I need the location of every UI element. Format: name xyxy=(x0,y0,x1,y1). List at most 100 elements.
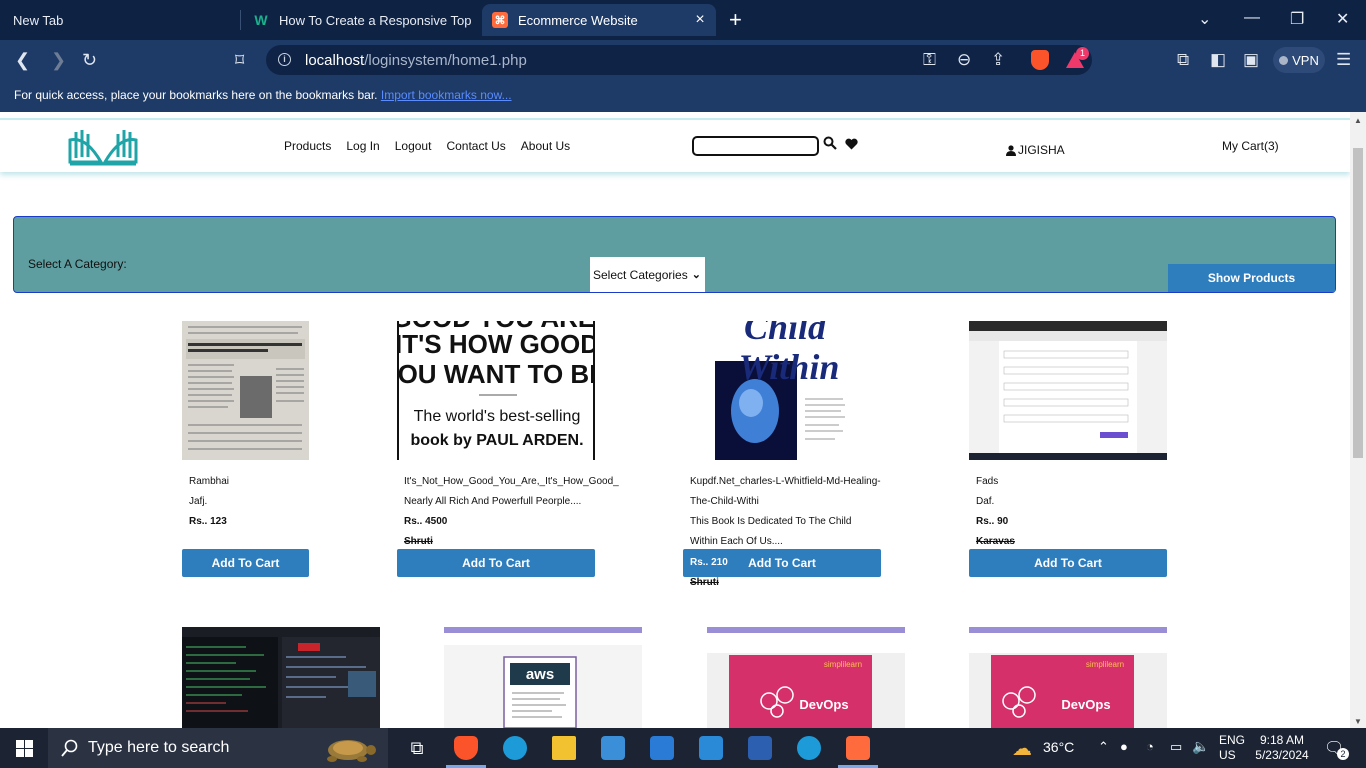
show-hidden-icons[interactable]: ⌃ xyxy=(1098,739,1109,755)
clock-date: 5/23/2024 xyxy=(1255,748,1309,762)
volume-icon[interactable]: 🔈 xyxy=(1192,738,1209,755)
product-image[interactable]: simplilearn DevOps xyxy=(707,627,905,728)
page-scrollbar[interactable]: ▲ ▼ xyxy=(1350,112,1366,728)
book-cover-image: GOOD YOU ARE, IT'S HOW GOOD YOU WANT TO … xyxy=(399,321,593,449)
main-nav: Products Log In Logout Contact Us About … xyxy=(284,139,585,153)
w3schools-icon: W xyxy=(254,12,268,28)
scroll-up-icon[interactable]: ▲ xyxy=(1354,116,1362,125)
vscode-icon[interactable] xyxy=(699,736,723,760)
menu-icon[interactable]: ☰ xyxy=(1336,50,1351,70)
brave-shields-icon[interactable] xyxy=(1031,50,1049,70)
product-image[interactable] xyxy=(182,627,380,728)
vpn-status-icon xyxy=(1279,55,1289,65)
weather-icon[interactable]: ☁ xyxy=(1012,736,1032,761)
tab-search-chevron-icon[interactable]: ⌄ xyxy=(1198,9,1211,29)
battery-icon[interactable]: ▭ xyxy=(1170,739,1182,755)
cover-line: IT'S HOW GOOD xyxy=(399,329,593,359)
search-input[interactable] xyxy=(692,136,819,156)
category-select[interactable]: Select Categories ⌄ xyxy=(590,257,705,292)
my-cart-link[interactable]: My Cart(3) xyxy=(1222,139,1279,153)
edge-icon[interactable] xyxy=(503,736,527,760)
user-account[interactable]: JIGISHA xyxy=(1006,143,1065,157)
xampp-icon[interactable] xyxy=(846,736,870,760)
search-icon xyxy=(61,739,78,757)
book-logo-icon[interactable] xyxy=(68,126,138,166)
sidebar-icon[interactable]: ◧ xyxy=(1210,50,1226,70)
windows-start-icon[interactable] xyxy=(16,740,33,757)
chevron-down-icon: ⌄ xyxy=(691,269,701,281)
scroll-thumb[interactable] xyxy=(1353,148,1363,458)
window-close-icon[interactable]: ✕ xyxy=(1336,9,1349,29)
minimize-icon[interactable]: — xyxy=(1244,9,1260,27)
product-image[interactable] xyxy=(969,321,1167,460)
add-to-cart-button[interactable]: Add To Cart xyxy=(969,549,1167,577)
tab-w3schools[interactable]: W How To Create a Responsive Top Nav xyxy=(241,0,481,40)
nav-login[interactable]: Log In xyxy=(346,139,379,153)
edge-icon[interactable] xyxy=(797,736,821,760)
nav-about[interactable]: About Us xyxy=(521,139,570,153)
product-image[interactable]: GOOD YOU ARE, IT'S HOW GOOD YOU WANT TO … xyxy=(397,321,595,460)
share-icon[interactable]: ⇪ xyxy=(991,50,1005,70)
bookmark-icon[interactable]: ⌑ xyxy=(235,49,244,71)
file-explorer-icon[interactable] xyxy=(552,736,576,760)
search-icon[interactable] xyxy=(823,136,837,150)
extensions-icon[interactable]: ⧉ xyxy=(1177,50,1189,70)
product-image[interactable]: Child Within xyxy=(703,321,863,460)
product-card: Fads Daf. Rs.. 90 Karavas Add To Cart xyxy=(969,321,1167,577)
product-desc: Jafj. xyxy=(189,496,208,507)
product-desc: This Book Is Dedicated To The Child xyxy=(690,516,852,527)
nav-products[interactable]: Products xyxy=(284,139,331,153)
url-text[interactable]: localhost/loginsystem/home1.php xyxy=(305,52,527,69)
key-icon[interactable]: ⚿ xyxy=(923,50,936,70)
network-warning-icon[interactable]: ● xyxy=(1120,739,1128,754)
product-desc: Nearly All Rich And Powerfull Peorple...… xyxy=(404,496,582,507)
import-bookmarks-link[interactable]: Import bookmarks now... xyxy=(381,88,512,102)
add-to-cart-button[interactable]: Add To Cart xyxy=(397,549,595,577)
cover-line: Within xyxy=(739,347,840,387)
aws-label: aws xyxy=(526,666,554,683)
product-card: GOOD YOU ARE, IT'S HOW GOOD YOU WANT TO … xyxy=(397,321,619,577)
tab-new-tab[interactable]: New Tab xyxy=(0,0,240,40)
vpn-button[interactable]: VPN xyxy=(1273,47,1325,73)
heart-icon[interactable] xyxy=(845,138,858,150)
word-icon[interactable] xyxy=(748,736,772,760)
weather-temp[interactable]: 36°C xyxy=(1043,739,1074,755)
product-image[interactable]: aws xyxy=(444,627,642,728)
back-icon[interactable]: ❮ xyxy=(15,49,30,71)
new-tab-icon[interactable]: + xyxy=(729,9,742,31)
scroll-down-icon[interactable]: ▼ xyxy=(1354,717,1362,726)
clock-time: 9:18 AM xyxy=(1259,733,1305,747)
notification-count: 2 xyxy=(1337,748,1349,760)
url-host: localhost xyxy=(305,52,365,69)
devops-screenshot-image: simplilearn DevOps xyxy=(969,627,1167,728)
store-icon[interactable] xyxy=(601,736,625,760)
product-image[interactable]: simplilearn DevOps xyxy=(969,627,1167,728)
wifi-icon[interactable]: ◔ xyxy=(1146,739,1154,754)
tab-title: Ecommerce Website xyxy=(518,12,638,28)
close-icon[interactable]: × xyxy=(692,12,708,28)
tab-ecommerce[interactable]: ⌘ Ecommerce Website × xyxy=(482,4,716,36)
wallet-icon[interactable]: ▣ xyxy=(1243,50,1259,70)
add-to-cart-button[interactable]: Add To Cart xyxy=(182,549,309,577)
cover-line: Child xyxy=(744,321,827,347)
forward-icon[interactable]: ❯ xyxy=(51,49,66,71)
username: JIGISHA xyxy=(1018,143,1065,157)
reload-icon[interactable]: ↻ xyxy=(82,49,97,71)
url-path: /loginsystem/home1.php xyxy=(364,52,527,69)
devops-screenshot-image: simplilearn DevOps xyxy=(707,627,905,728)
nav-contact[interactable]: Contact Us xyxy=(446,139,505,153)
taskbar-search-placeholder: Type here to search xyxy=(88,739,230,756)
category-select-value: Select Categories xyxy=(593,267,688,282)
task-view-icon[interactable]: ⧉ xyxy=(405,736,429,760)
zoom-icon[interactable]: ⊖ xyxy=(957,50,971,70)
site-info-icon[interactable]: i xyxy=(278,53,291,66)
nav-logout[interactable]: Logout xyxy=(395,139,432,153)
product-image[interactable] xyxy=(182,321,309,460)
show-products-button[interactable]: Show Products xyxy=(1168,264,1335,292)
language-indicator[interactable]: ENG US xyxy=(1219,733,1245,763)
product-name: It's_Not_How_Good_You_Are,_It's_How_Good… xyxy=(404,476,619,487)
brave-taskbar-icon[interactable] xyxy=(454,736,478,760)
mail-icon[interactable] xyxy=(650,736,674,760)
clock[interactable]: 9:18 AM 5/23/2024 xyxy=(1254,733,1310,763)
restore-icon[interactable]: ❐ xyxy=(1290,9,1304,29)
